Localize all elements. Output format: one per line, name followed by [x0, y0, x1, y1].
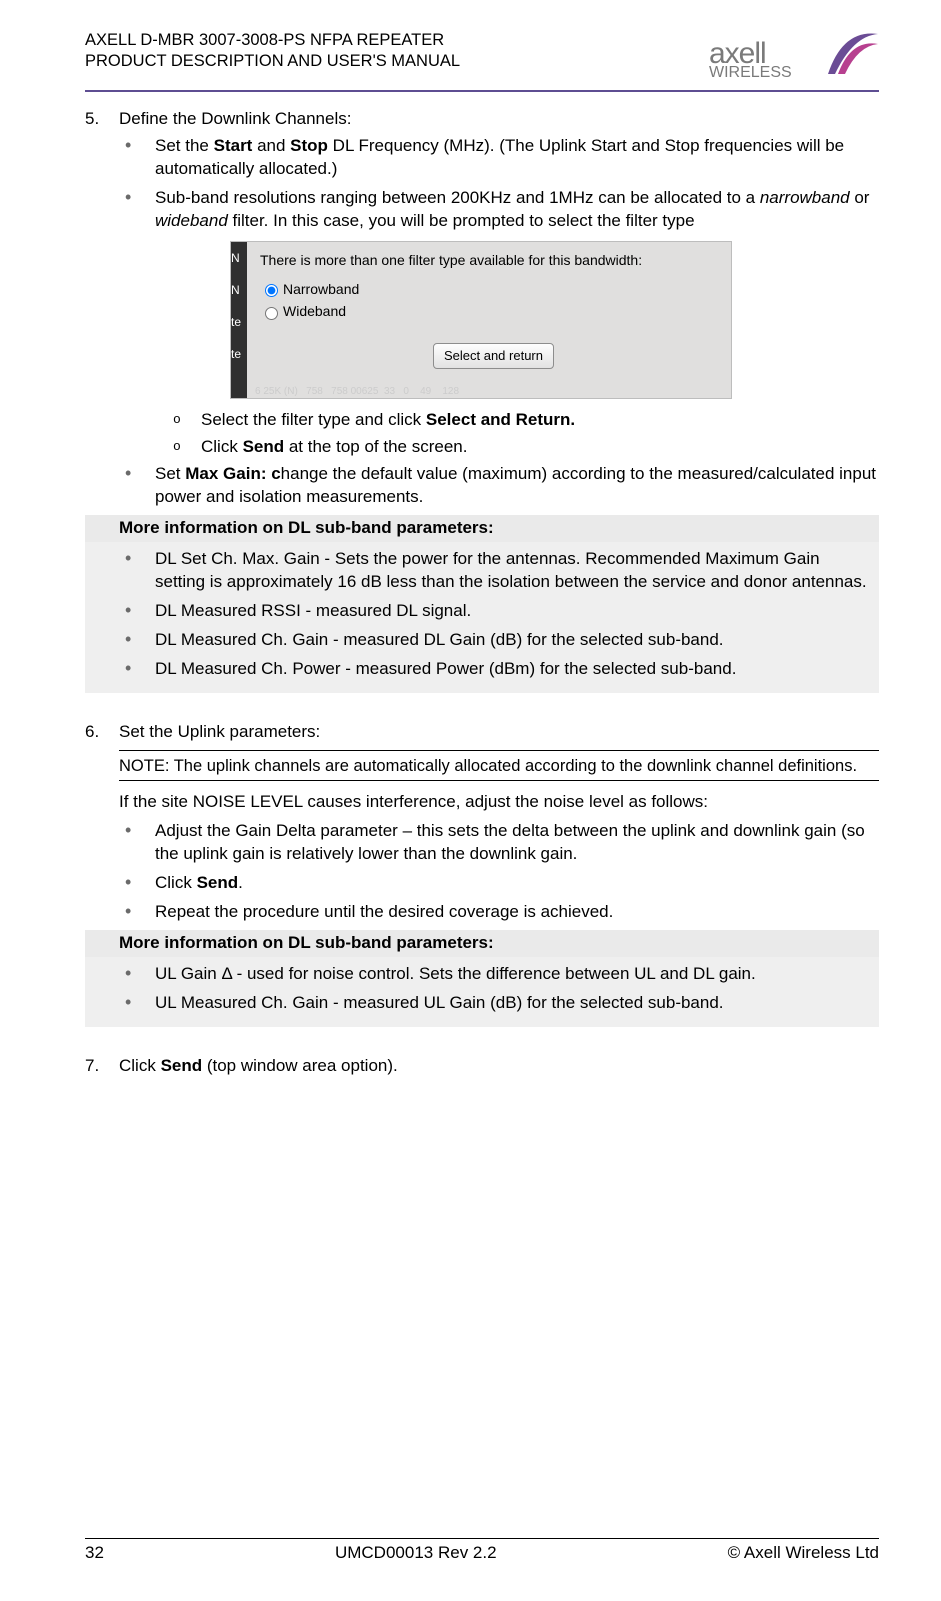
list-item: Select the filter type and click Select … — [85, 409, 879, 432]
list-item: Set Max Gain: change the default value (… — [85, 463, 879, 509]
text: Click — [119, 1056, 161, 1075]
text: Sub-band resolutions ranging between 200… — [155, 188, 760, 207]
list-item: Repeat the procedure until the desired c… — [85, 901, 879, 924]
radio-narrowband-input[interactable] — [265, 284, 278, 297]
footer-page-number: 32 — [85, 1543, 104, 1563]
text-bold: Send — [161, 1056, 203, 1075]
header-text: AXELL D-MBR 3007-3008-PS NFPA REPEATER P… — [85, 30, 460, 73]
step-5-title: Define the Downlink Channels: — [119, 108, 879, 131]
step-6-title: Set the Uplink parameters: — [119, 721, 879, 744]
dialog-left-stripe: NNtete — [231, 242, 247, 399]
step-7-number: 7. — [85, 1055, 119, 1078]
uplink-note: NOTE: The uplink channels are automatica… — [119, 750, 879, 782]
list-item: UL Gain Δ - used for noise control. Sets… — [85, 963, 873, 986]
text-bold: Stop — [290, 136, 328, 155]
dl-info-box: DL Set Ch. Max. Gain - Sets the power fo… — [85, 542, 879, 693]
list-item: DL Measured RSSI - measured DL signal. — [85, 600, 873, 623]
dialog-screenshot: NNtete There is more than one filter typ… — [85, 241, 879, 400]
step-5-number: 5. — [85, 108, 119, 131]
text-italic: wideband — [155, 211, 228, 230]
logo-sub: WIRELESS — [709, 64, 792, 82]
text: Click — [155, 873, 197, 892]
step-6-bullets: Adjust the Gain Delta parameter – this s… — [85, 820, 879, 924]
text-bold: Select and Return. — [426, 410, 575, 429]
text: Click — [201, 437, 243, 456]
page-header: AXELL D-MBR 3007-3008-PS NFPA REPEATER P… — [85, 30, 879, 92]
dl-info-header: More information on DL sub-band paramete… — [85, 515, 879, 542]
step-6-number: 6. — [85, 721, 119, 744]
list-item: Click Send. — [85, 872, 879, 895]
text-italic: narrowband — [760, 188, 850, 207]
step-5-bullets: Set the Start and Stop DL Frequency (MHz… — [85, 135, 879, 233]
ul-info-box: UL Gain Δ - used for noise control. Sets… — [85, 957, 879, 1027]
step-5-bullets-2: Set Max Gain: change the default value (… — [85, 463, 879, 509]
text: at the top of the screen. — [284, 437, 467, 456]
logo: axell WIRELESS — [709, 30, 879, 78]
select-return-button[interactable]: Select and return — [433, 343, 554, 369]
text-bold: Send — [243, 437, 285, 456]
text: Set the — [155, 136, 214, 155]
list-item: DL Measured Ch. Gain - measured DL Gain … — [85, 629, 873, 652]
radio-wideband-input[interactable] — [265, 307, 278, 320]
text: or — [850, 188, 870, 207]
text-bold: Max Gain: c — [185, 464, 280, 483]
text: Select the filter type and click — [201, 410, 426, 429]
text-bold: Send — [197, 873, 239, 892]
step-6-intro: If the site NOISE LEVEL causes interfere… — [85, 791, 879, 814]
text: and — [252, 136, 290, 155]
list-item: Sub-band resolutions ranging between 200… — [85, 187, 879, 233]
text: (top window area option). — [202, 1056, 398, 1075]
dialog-footer-strip: 6 25K (N) 758 758 00625 33 0 49 128 — [231, 385, 731, 399]
step-5: 5. Define the Downlink Channels: — [85, 108, 879, 131]
radio-narrowband[interactable]: Narrowband — [256, 278, 731, 301]
page-footer: 32 UMCD00013 Rev 2.2 © Axell Wireless Lt… — [85, 1538, 879, 1563]
ul-info-header: More information on DL sub-band paramete… — [85, 930, 879, 957]
step-7-text: Click Send (top window area option). — [119, 1055, 879, 1078]
list-item: Set the Start and Stop DL Frequency (MHz… — [85, 135, 879, 181]
text: filter. In this case, you will be prompt… — [228, 211, 695, 230]
text-bold: Start — [214, 136, 253, 155]
filter-dialog: NNtete There is more than one filter typ… — [230, 241, 732, 400]
radio-wideband[interactable]: Wideband — [256, 300, 731, 323]
list-item: UL Measured Ch. Gain - measured UL Gain … — [85, 992, 873, 1015]
dialog-title: There is more than one filter type avail… — [256, 247, 731, 278]
list-item: Adjust the Gain Delta parameter – this s… — [85, 820, 879, 866]
footer-copyright: © Axell Wireless Ltd — [728, 1543, 879, 1563]
step-6: 6. Set the Uplink parameters: — [85, 721, 879, 744]
list-item: Click Send at the top of the screen. — [85, 436, 879, 459]
list-item: DL Set Ch. Max. Gain - Sets the power fo… — [85, 548, 873, 594]
list-item: DL Measured Ch. Power - measured Power (… — [85, 658, 873, 681]
text: . — [238, 873, 243, 892]
header-line1: AXELL D-MBR 3007-3008-PS NFPA REPEATER — [85, 30, 460, 51]
step-5-sublist: Select the filter type and click Select … — [85, 409, 879, 459]
step-7: 7. Click Send (top window area option). — [85, 1055, 879, 1078]
logo-swoosh-icon — [823, 24, 883, 79]
header-line2: PRODUCT DESCRIPTION AND USER'S MANUAL — [85, 51, 460, 72]
radio-narrowband-label: Narrowband — [283, 280, 359, 299]
text: Set — [155, 464, 185, 483]
footer-doc-rev: UMCD00013 Rev 2.2 — [335, 1543, 497, 1563]
radio-wideband-label: Wideband — [283, 302, 346, 321]
page-body: 5. Define the Downlink Channels: Set the… — [85, 92, 879, 1078]
